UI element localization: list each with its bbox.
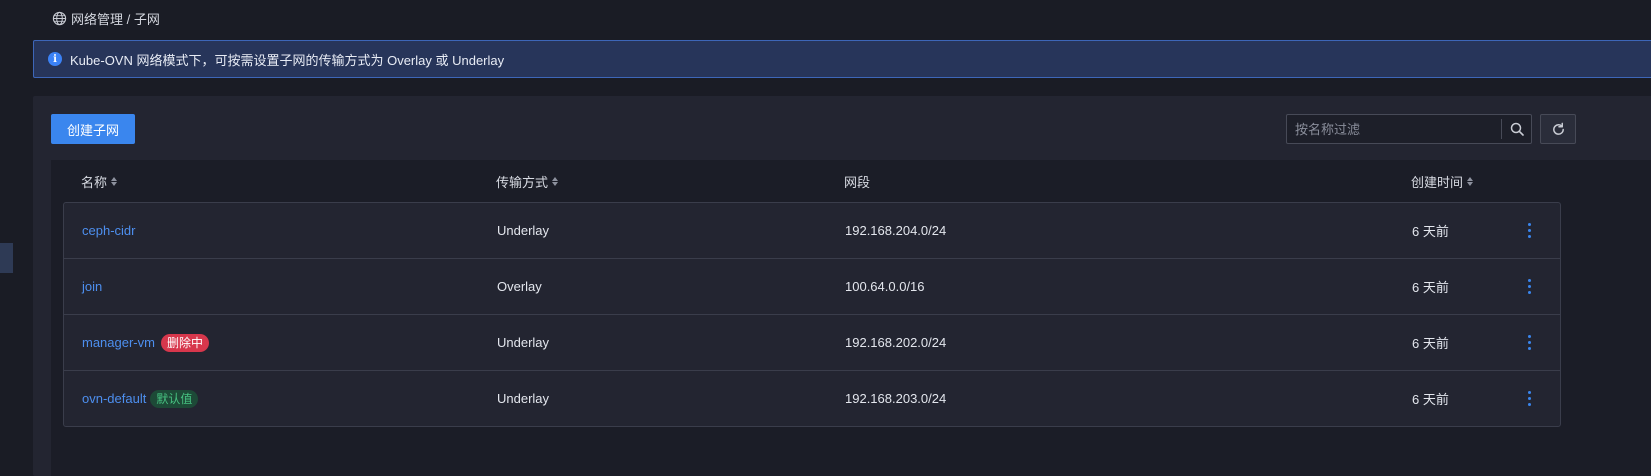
sort-icon xyxy=(1467,176,1474,186)
more-actions-icon[interactable] xyxy=(1522,259,1536,314)
info-icon: i xyxy=(48,52,62,66)
table-row: ovn-default 默认值 Underlay 192.168.203.0/2… xyxy=(64,371,1560,426)
table-row: manager-vm 删除中 Underlay 192.168.202.0/24… xyxy=(64,315,1560,371)
subnet-name-link[interactable]: join xyxy=(82,279,102,294)
table-row: ceph-cidr Underlay 192.168.204.0/24 6 天前 xyxy=(64,203,1560,259)
status-badge-default: 默认值 xyxy=(150,389,199,408)
refresh-button[interactable] xyxy=(1540,114,1576,144)
column-transport[interactable]: 传输方式 xyxy=(496,160,559,202)
nav-active-marker xyxy=(0,243,13,273)
sort-icon xyxy=(111,176,118,186)
name-filter xyxy=(1286,114,1532,144)
subnet-panel: 创建子网 名称 传输方式 网段 创建时间 xyxy=(33,96,1651,476)
search-icon xyxy=(1510,122,1524,136)
cidr-cell: 192.168.204.0/24 xyxy=(845,223,947,238)
cidr-cell: 192.168.203.0/24 xyxy=(845,391,947,406)
alert-message: Kube-OVN 网络模式下，可按需设置子网的传输方式为 Overlay 或 U… xyxy=(70,52,505,68)
column-created[interactable]: 创建时间 xyxy=(1411,160,1474,202)
breadcrumb: 网络管理 / 子网 xyxy=(52,8,160,28)
cidr-cell: 192.168.202.0/24 xyxy=(845,335,947,350)
subnet-name-link[interactable]: manager-vm xyxy=(82,335,155,350)
created-cell: 6 天前 xyxy=(1412,392,1449,407)
transport-cell: Overlay xyxy=(497,279,542,294)
status-badge-deleting: 删除中 xyxy=(160,333,209,352)
info-alert: i Kube-OVN 网络模式下，可按需设置子网的传输方式为 Overlay 或… xyxy=(33,40,1651,78)
created-cell: 6 天前 xyxy=(1412,224,1449,239)
subnet-table: 名称 传输方式 网段 创建时间 ceph-cidr Underlay 192.1… xyxy=(51,160,1651,476)
table-header: 名称 传输方式 网段 创建时间 xyxy=(51,160,1651,202)
table-row: join Overlay 100.64.0.0/16 6 天前 xyxy=(64,259,1560,315)
transport-cell: Underlay xyxy=(497,223,550,238)
globe-icon xyxy=(52,11,67,26)
sort-icon xyxy=(552,176,559,186)
column-cidr: 网段 xyxy=(844,174,871,190)
create-subnet-button[interactable]: 创建子网 xyxy=(51,114,135,144)
search-input[interactable] xyxy=(1287,115,1501,143)
transport-cell: Underlay xyxy=(497,335,550,350)
left-rail xyxy=(0,0,28,456)
more-actions-icon[interactable] xyxy=(1522,203,1536,258)
created-cell: 6 天前 xyxy=(1412,336,1449,351)
transport-cell: Underlay xyxy=(497,391,550,406)
search-button[interactable] xyxy=(1502,115,1531,143)
created-cell: 6 天前 xyxy=(1412,280,1449,295)
more-actions-icon[interactable] xyxy=(1522,315,1536,370)
subnet-name-link[interactable]: ceph-cidr xyxy=(82,223,135,238)
column-name[interactable]: 名称 xyxy=(81,160,118,202)
table-body: ceph-cidr Underlay 192.168.204.0/24 6 天前… xyxy=(63,202,1561,427)
cidr-cell: 100.64.0.0/16 xyxy=(845,279,925,294)
refresh-icon xyxy=(1552,122,1564,135)
subnet-name-link[interactable]: ovn-default xyxy=(82,391,146,406)
breadcrumb-text: 网络管理 / 子网 xyxy=(71,11,160,27)
more-actions-icon[interactable] xyxy=(1522,371,1536,426)
